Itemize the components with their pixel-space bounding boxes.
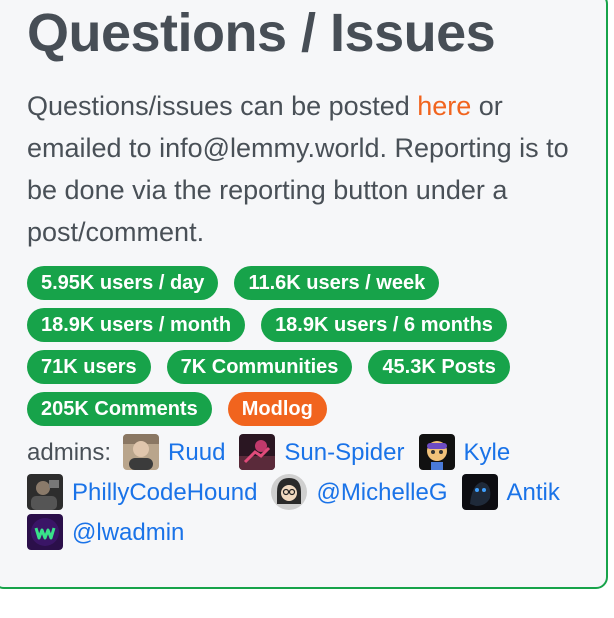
avatar [27, 513, 63, 550]
communities-badge: 7K Communities [166, 350, 353, 384]
admin-name: Antik [506, 479, 560, 506]
users-month-badge: 18.9K users / month [27, 308, 246, 342]
admin-link-michelleg[interactable]: @MichelleG [271, 473, 448, 513]
description-text-start: Questions/issues can be posted [27, 91, 418, 121]
admin-name: Ruud [168, 439, 226, 466]
avatar [123, 433, 160, 470]
admin-link-antik[interactable]: Antik [461, 473, 560, 513]
stats-badges: 5.95K users / day 11.6K users / week 18.… [27, 266, 587, 426]
sidebar-title: Questions / Issues [27, 3, 496, 63]
questions-link[interactable]: here [417, 91, 471, 121]
comments-badge: 205K Comments [27, 392, 212, 426]
modlog-button[interactable]: Modlog [227, 392, 327, 426]
total-users-badge: 71K users [27, 350, 151, 384]
admins-list: admins: Ruud Sun-Spider Kyle PhillyCodeHound… [27, 433, 587, 553]
admin-link-kyle[interactable]: Kyle [418, 433, 511, 473]
users-week-badge: 11.6K users / week [234, 266, 440, 300]
posts-badge: 45.3K Posts [368, 350, 510, 384]
avatar [418, 433, 455, 470]
sidebar-card: Questions / Issues Questions/issues can … [0, 0, 608, 589]
avatar [271, 473, 308, 510]
avatar [27, 473, 63, 510]
sidebar-description: Questions/issues can be posted here or e… [27, 85, 572, 253]
admins-label: admins: [27, 439, 112, 466]
admin-link-phillycodehound[interactable]: PhillyCodeHound [27, 473, 257, 513]
admin-name: PhillyCodeHound [72, 479, 258, 506]
users-day-badge: 5.95K users / day [27, 266, 219, 300]
avatar [461, 473, 498, 510]
admin-name: @lwadmin [72, 519, 185, 546]
admin-name: Sun-Spider [284, 439, 405, 466]
avatar [239, 433, 276, 470]
users-6-months-badge: 18.9K users / 6 months [261, 308, 507, 342]
admin-name: @MichelleG [316, 479, 448, 506]
sidebar-content: Questions / Issues Questions/issues can … [27, 2, 587, 553]
admin-link-sun-spider[interactable]: Sun-Spider [239, 433, 405, 473]
admin-link-lwadmin[interactable]: @lwadmin [27, 513, 184, 553]
admin-link-ruud[interactable]: Ruud [123, 433, 225, 473]
admin-name: Kyle [463, 439, 511, 466]
